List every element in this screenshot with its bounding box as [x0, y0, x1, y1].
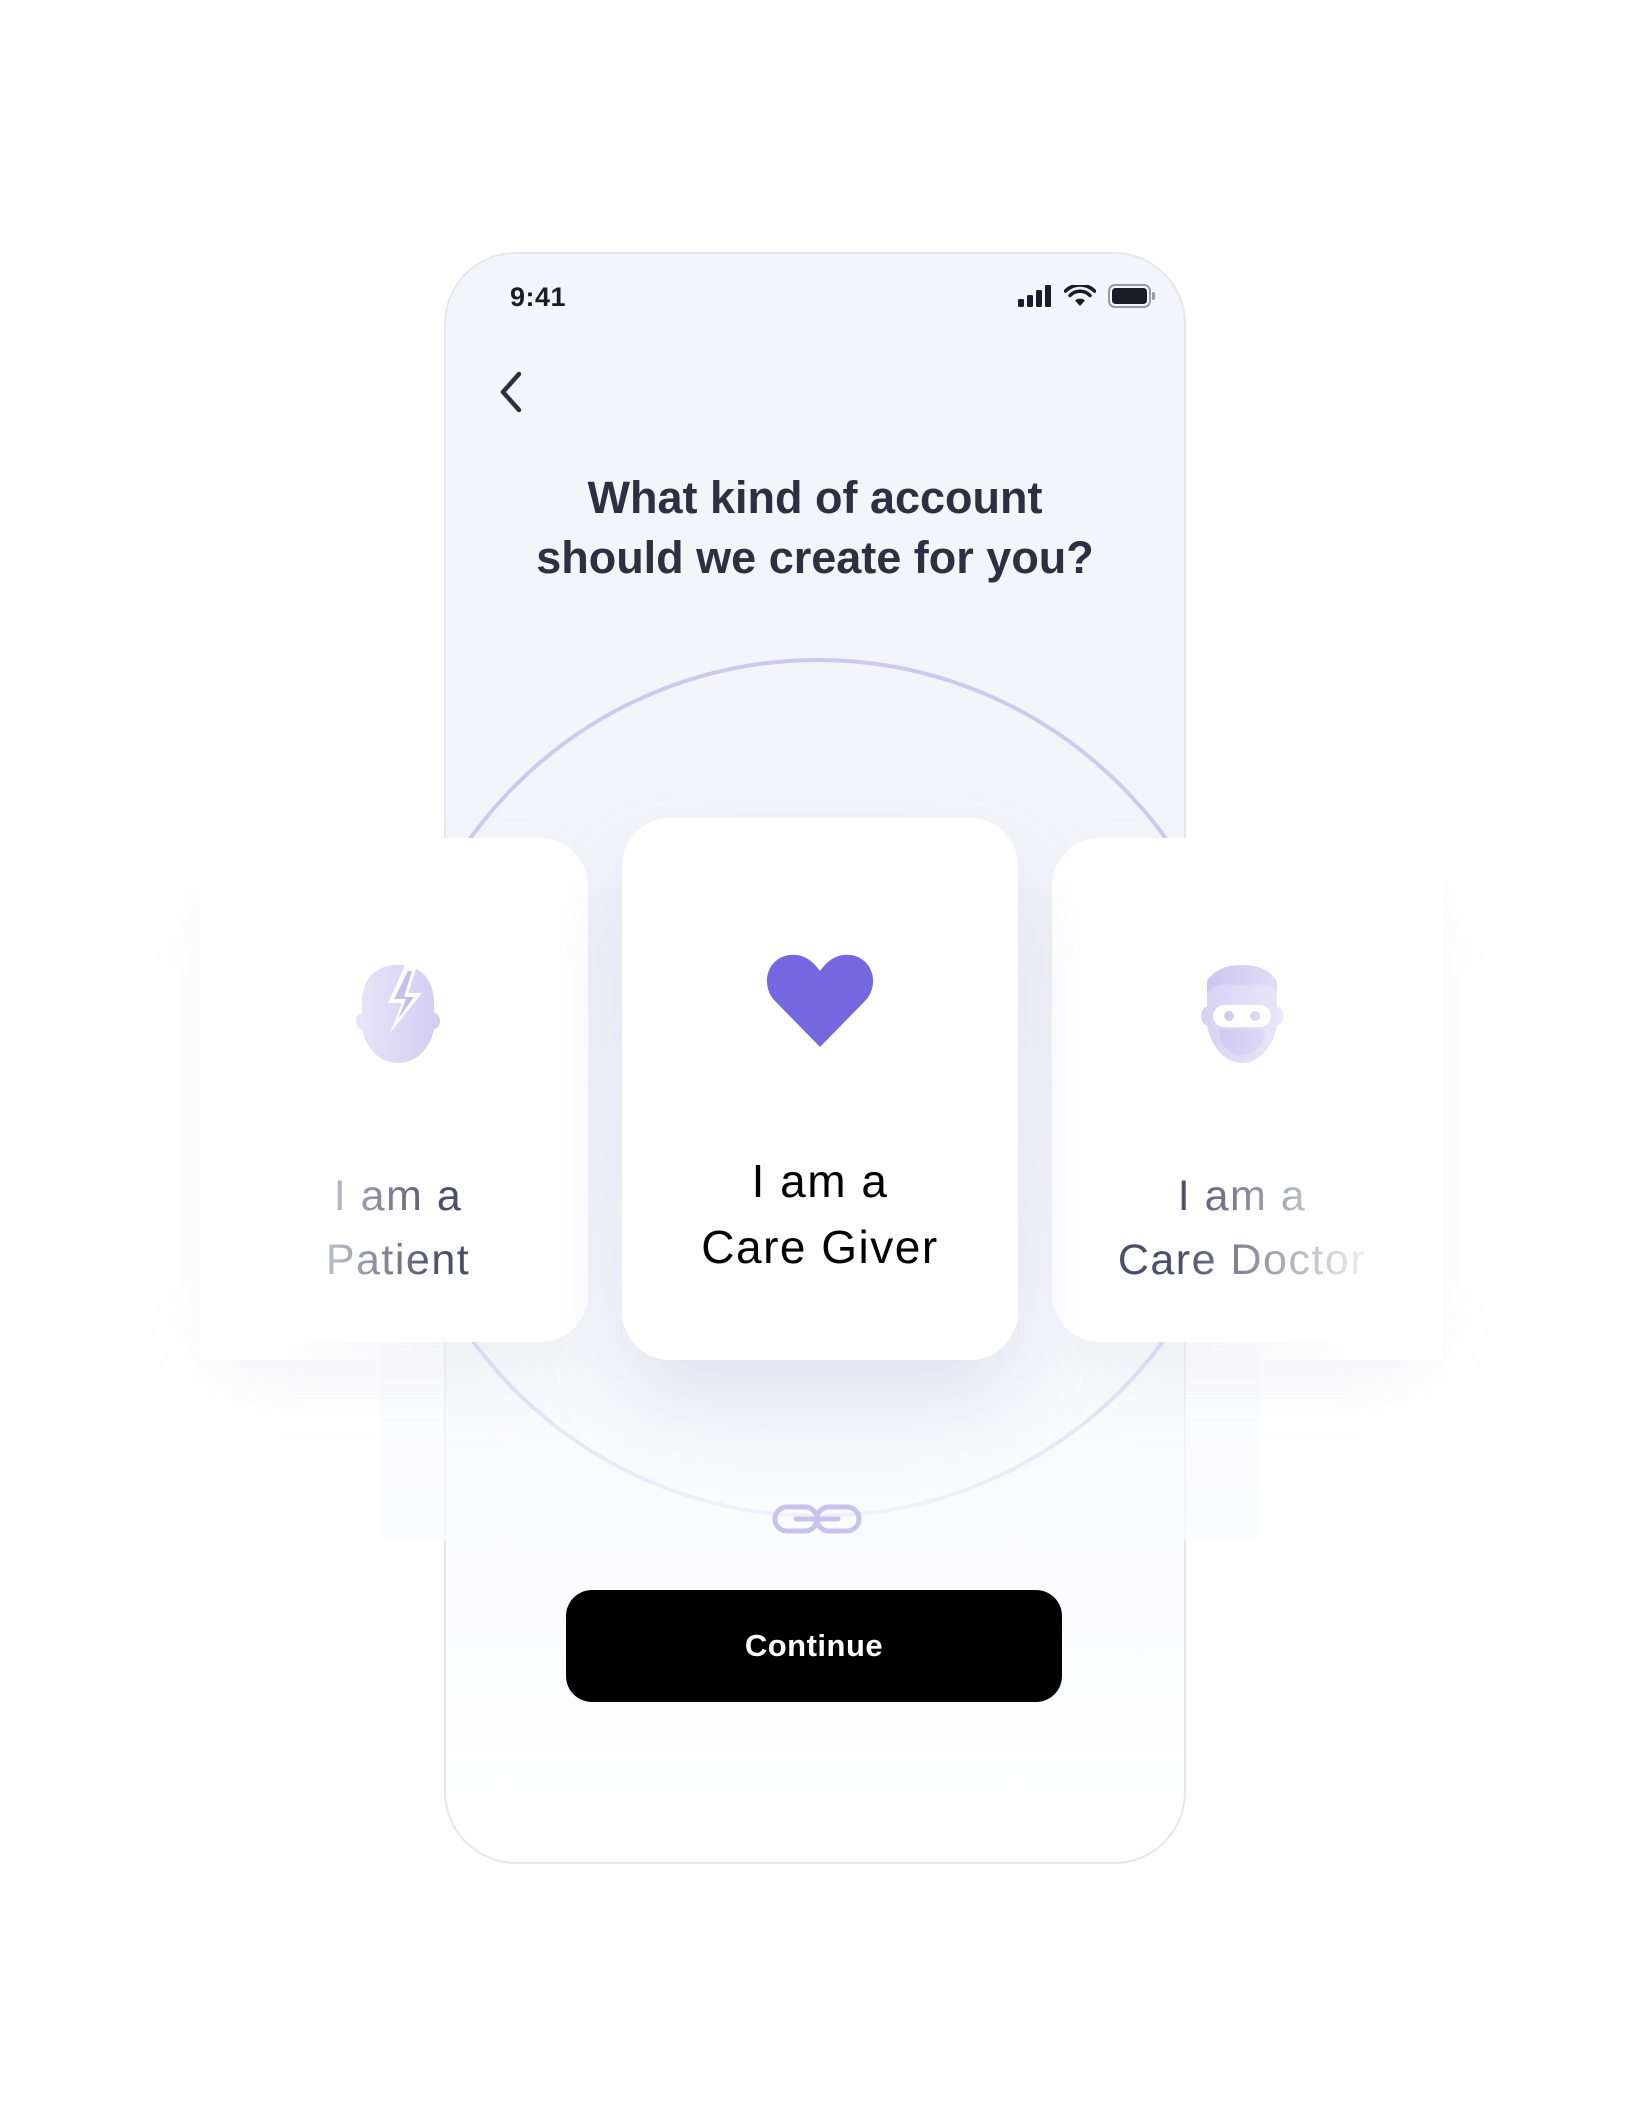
card-label-line1: I am a — [751, 1155, 889, 1207]
continue-button[interactable]: Continue — [566, 1590, 1062, 1702]
doctor-mask-icon — [1201, 965, 1283, 1063]
heart-icon — [766, 954, 874, 1047]
chain-link-icon — [772, 1504, 862, 1534]
card-label: I am a Patient — [326, 1164, 470, 1292]
card-label-line1: I am a — [333, 1172, 463, 1220]
battery-icon — [1108, 284, 1155, 308]
card-label-line2: Patient — [325, 1236, 471, 1284]
head-lightning-icon — [356, 963, 440, 1063]
chevron-left-icon — [500, 371, 522, 413]
card-icon-wrapper — [340, 956, 456, 1072]
status-icons — [1018, 284, 1156, 308]
account-card-patient[interactable]: I am a Patient — [208, 838, 588, 1342]
card-label: I am a Care Doctor — [1118, 1164, 1366, 1292]
status-time: 9:41 — [510, 282, 567, 312]
card-label-line2: Care Doctor — [1117, 1236, 1367, 1284]
card-label-line2: Care Giver — [701, 1221, 939, 1273]
card-icon-wrapper — [1184, 956, 1300, 1072]
card-label-line1: I am a — [1177, 1172, 1307, 1220]
card-label: I am a Care Giver — [701, 1148, 938, 1280]
wifi-icon — [1064, 285, 1096, 306]
cellular-signal-icon — [1018, 285, 1051, 307]
page-title: What kind of account should we create fo… — [536, 472, 1094, 583]
card-icon-wrapper — [762, 942, 878, 1058]
account-card-care-giver[interactable]: I am a Care Giver — [622, 818, 1018, 1360]
account-card-care-doctor[interactable]: I am a Care Doctor — [1052, 838, 1432, 1342]
back-button[interactable] — [484, 364, 540, 420]
stage: 9:41 What kind of account should we crea… — [0, 0, 1642, 2128]
